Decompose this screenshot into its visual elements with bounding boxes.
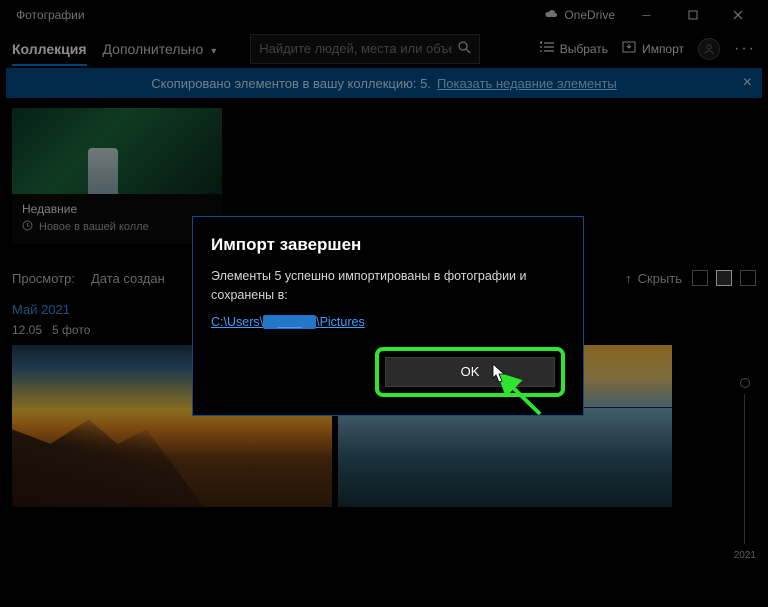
dialog-title: Импорт завершен [211,235,565,255]
dialog-body: Элементы 5 успешно импортированы в фотог… [211,267,565,305]
ok-highlight: OK [375,347,565,397]
path-redacted: xxxx [263,315,316,329]
import-complete-dialog: Импорт завершен Элементы 5 успешно импор… [192,216,584,416]
ok-button[interactable]: OK [385,357,555,387]
path-prefix: C:\Users\ [211,315,263,329]
dialog-path-link[interactable]: C:\Users\xxxx\Pictures [211,315,365,329]
path-suffix: \Pictures [316,315,365,329]
